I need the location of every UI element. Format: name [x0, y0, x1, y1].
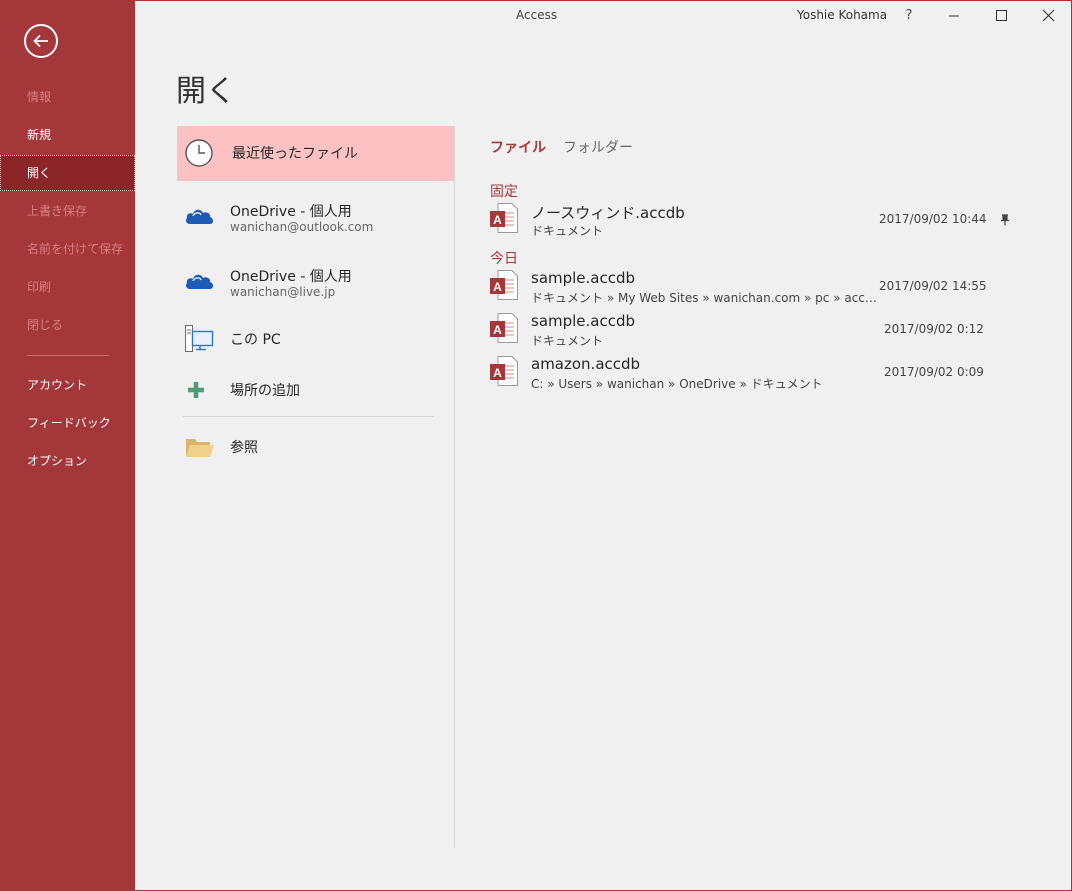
file-path: ドキュメント: [531, 334, 604, 348]
recent-file-item[interactable]: A amazon.accdb C: » Users » wanichan » O…: [489, 355, 1029, 397]
place-onedrive-live-account: wanichan@live.jp: [230, 285, 336, 299]
folder-icon: [186, 439, 214, 457]
back-button[interactable]: [24, 24, 58, 58]
recent-file-item[interactable]: A sample.accdb ドキュメント 2017/09/02 0:12: [489, 312, 1029, 354]
help-button[interactable]: ?: [901, 4, 917, 28]
file-path: ドキュメント: [531, 224, 604, 238]
file-path: C: » Users » wanichan » OneDrive » ドキュメン…: [531, 377, 823, 391]
title-bar: Access Yoshie Kohama ?: [135, 0, 1072, 32]
maximize-icon: [996, 10, 1007, 21]
recent-file-item[interactable]: A ノースウィンド.accdb ドキュメント 2017/09/02 10:44: [489, 202, 1029, 244]
column-divider: [454, 126, 455, 848]
places-divider: [183, 416, 434, 417]
rail-item-print[interactable]: 印刷: [0, 269, 135, 305]
place-onedrive-live-title: OneDrive - 個人用: [230, 269, 352, 285]
rail-divider: [27, 355, 109, 356]
back-arrow-icon: [33, 34, 48, 48]
plus-icon: [188, 382, 204, 398]
group-pinned-header: 固定: [490, 184, 518, 200]
access-file-icon: A: [490, 203, 518, 233]
place-browse[interactable]: 参照: [177, 430, 454, 464]
file-name: ノースウィンド.accdb: [531, 204, 685, 222]
app-title: Access: [516, 8, 558, 22]
file-name: amazon.accdb: [531, 355, 641, 373]
recent-file-item[interactable]: A sample.accdb ドキュメント » My Web Sites » w…: [489, 269, 1029, 311]
rail-item-open[interactable]: 開く: [0, 155, 135, 191]
file-date: 2017/09/02 0:09: [884, 365, 984, 379]
group-today-header: 今日: [490, 251, 518, 267]
minimize-button[interactable]: [939, 4, 969, 28]
minimize-icon: [949, 15, 959, 17]
file-date: 2017/09/02 0:12: [884, 322, 984, 336]
rail-item-close[interactable]: 閉じる: [0, 307, 135, 343]
file-date: 2017/09/02 10:44: [879, 212, 987, 226]
computer-icon: [185, 325, 214, 352]
onedrive-cloud-icon: [186, 274, 213, 289]
file-name: sample.accdb: [531, 312, 636, 330]
file-path: ドキュメント » My Web Sites » wanichan.com » p…: [531, 291, 877, 305]
place-onedrive-outlook[interactable]: OneDrive - 個人用 wanichan@outlook.com: [177, 194, 454, 238]
user-name[interactable]: Yoshie Kohama: [797, 8, 887, 22]
rail-item-feedback[interactable]: フィードバック: [0, 405, 135, 441]
window-frame: [0, 0, 1072, 891]
close-window-button[interactable]: [1033, 4, 1063, 28]
rail-item-save-as[interactable]: 名前を付けて保存: [0, 231, 135, 267]
page-title: 開く: [176, 74, 236, 109]
clock-icon: [185, 139, 213, 167]
svg-text:A: A: [493, 366, 502, 380]
access-file-icon: A: [490, 356, 518, 386]
rail-item-options[interactable]: オプション: [0, 443, 135, 479]
place-this-pc[interactable]: この PC: [177, 322, 454, 356]
file-date: 2017/09/02 14:55: [879, 279, 987, 293]
maximize-button[interactable]: [986, 4, 1016, 28]
tab-folders[interactable]: フォルダー: [563, 137, 633, 157]
svg-text:A: A: [493, 323, 502, 337]
close-icon: [1042, 9, 1055, 22]
rail-item-new[interactable]: 新規: [0, 117, 135, 153]
rail-item-account[interactable]: アカウント: [0, 367, 135, 403]
place-onedrive-outlook-title: OneDrive - 個人用: [230, 204, 352, 220]
place-onedrive-outlook-account: wanichan@outlook.com: [230, 220, 374, 234]
rail-item-save[interactable]: 上書き保存: [0, 193, 135, 229]
place-this-pc-label: この PC: [230, 332, 281, 348]
rail-item-info[interactable]: 情報: [0, 79, 135, 115]
pin-icon[interactable]: [1000, 211, 1010, 230]
file-name: sample.accdb: [531, 269, 636, 287]
onedrive-cloud-icon: [186, 209, 213, 224]
place-browse-label: 参照: [230, 440, 258, 456]
backstage-nav: 情報 新規 開く 上書き保存 名前を付けて保存 印刷 閉じる アカウント フィー…: [0, 0, 135, 891]
place-recent-label: 最近使ったファイル: [232, 146, 358, 162]
place-add-location[interactable]: 場所の追加: [177, 373, 454, 407]
access-file-icon: A: [490, 313, 518, 343]
place-onedrive-live[interactable]: OneDrive - 個人用 wanichan@live.jp: [177, 259, 454, 303]
access-file-icon: A: [490, 270, 518, 300]
svg-text:A: A: [493, 213, 502, 227]
svg-text:A: A: [493, 280, 502, 294]
tab-files[interactable]: ファイル: [490, 137, 546, 157]
place-add-location-label: 場所の追加: [230, 383, 300, 399]
place-recent[interactable]: 最近使ったファイル: [177, 126, 454, 181]
